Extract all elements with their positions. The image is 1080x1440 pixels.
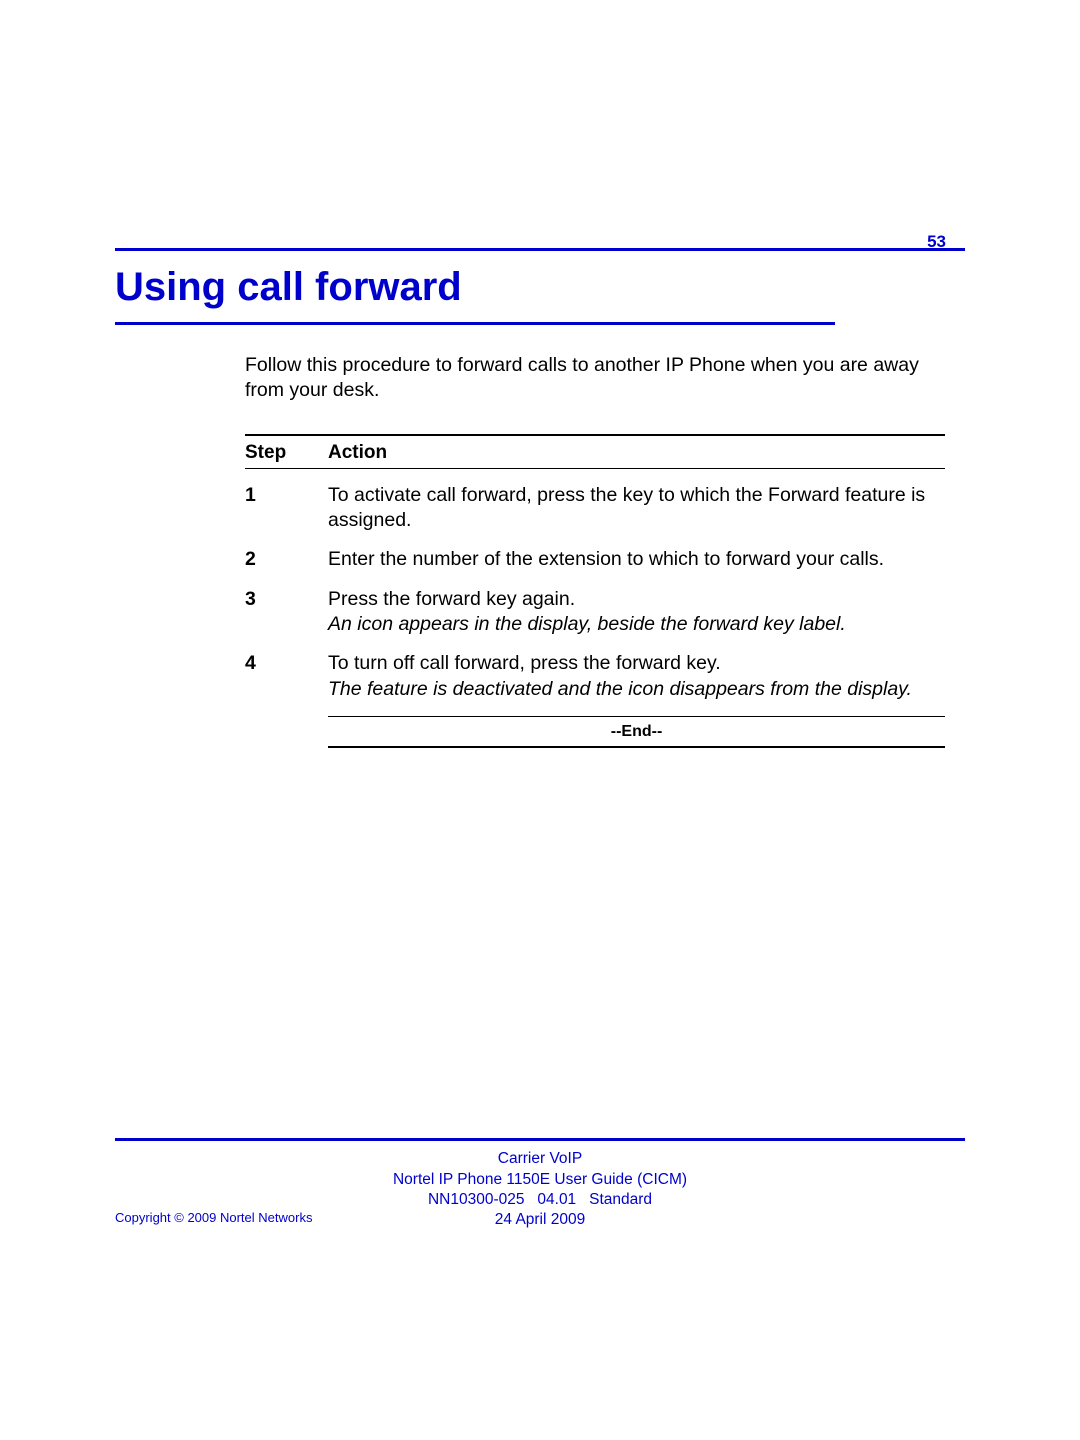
title-underline-rule [115,322,835,325]
action-text: Enter the number of the extension to whi… [328,548,884,570]
header-underline-rule [245,468,945,469]
action-note: The feature is deactivated and the icon … [328,678,912,700]
end-section: --End-- [328,716,945,748]
action-cell: Press the forward key again. An icon app… [328,587,945,638]
header-action: Action [328,442,945,464]
table-header-row: Step Action [245,442,945,468]
action-cell: To activate call forward, press the key … [328,483,945,534]
intro-paragraph: Follow this procedure to forward calls t… [245,353,945,404]
top-rule [115,248,965,251]
step-number: 3 [245,587,328,638]
step-number: 1 [245,483,328,534]
step-number: 4 [245,651,328,702]
page-number: 53 [927,232,946,252]
table-top-rule [245,434,945,436]
table-row: 4 To turn off call forward, press the fo… [245,651,945,702]
step-number: 2 [245,547,328,572]
page-title: Using call forward [115,265,965,310]
action-cell: To turn off call forward, press the forw… [328,651,945,702]
procedure-table: Step Action 1 To activate call forward, … [245,434,945,748]
copyright: Copyright © 2009 Nortel Networks [115,1210,312,1225]
footer-line3b: 04.01 [537,1191,576,1208]
table-row: 2 Enter the number of the extension to w… [245,547,945,572]
action-text: To turn off call forward, press the forw… [328,652,721,674]
action-note: An icon appears in the display, beside t… [328,613,846,635]
table-row: 1 To activate call forward, press the ke… [245,483,945,534]
end-bottom-rule [328,746,945,748]
header-step: Step [245,442,328,464]
footer-line3a: NN10300-025 [428,1191,525,1208]
footer-line2: Nortel IP Phone 1150E User Guide (CICM) [393,1171,687,1188]
footer-line4: 24 April 2009 [495,1211,586,1228]
footer-rule [115,1138,965,1141]
action-text: Press the forward key again. [328,588,575,610]
action-cell: Enter the number of the extension to whi… [328,547,945,572]
footer-line1: Carrier VoIP [498,1150,582,1167]
table-row: 3 Press the forward key again. An icon a… [245,587,945,638]
end-marker: --End-- [328,717,945,746]
action-text: To activate call forward, press the key … [328,484,925,531]
footer-line3c: Standard [589,1191,652,1208]
